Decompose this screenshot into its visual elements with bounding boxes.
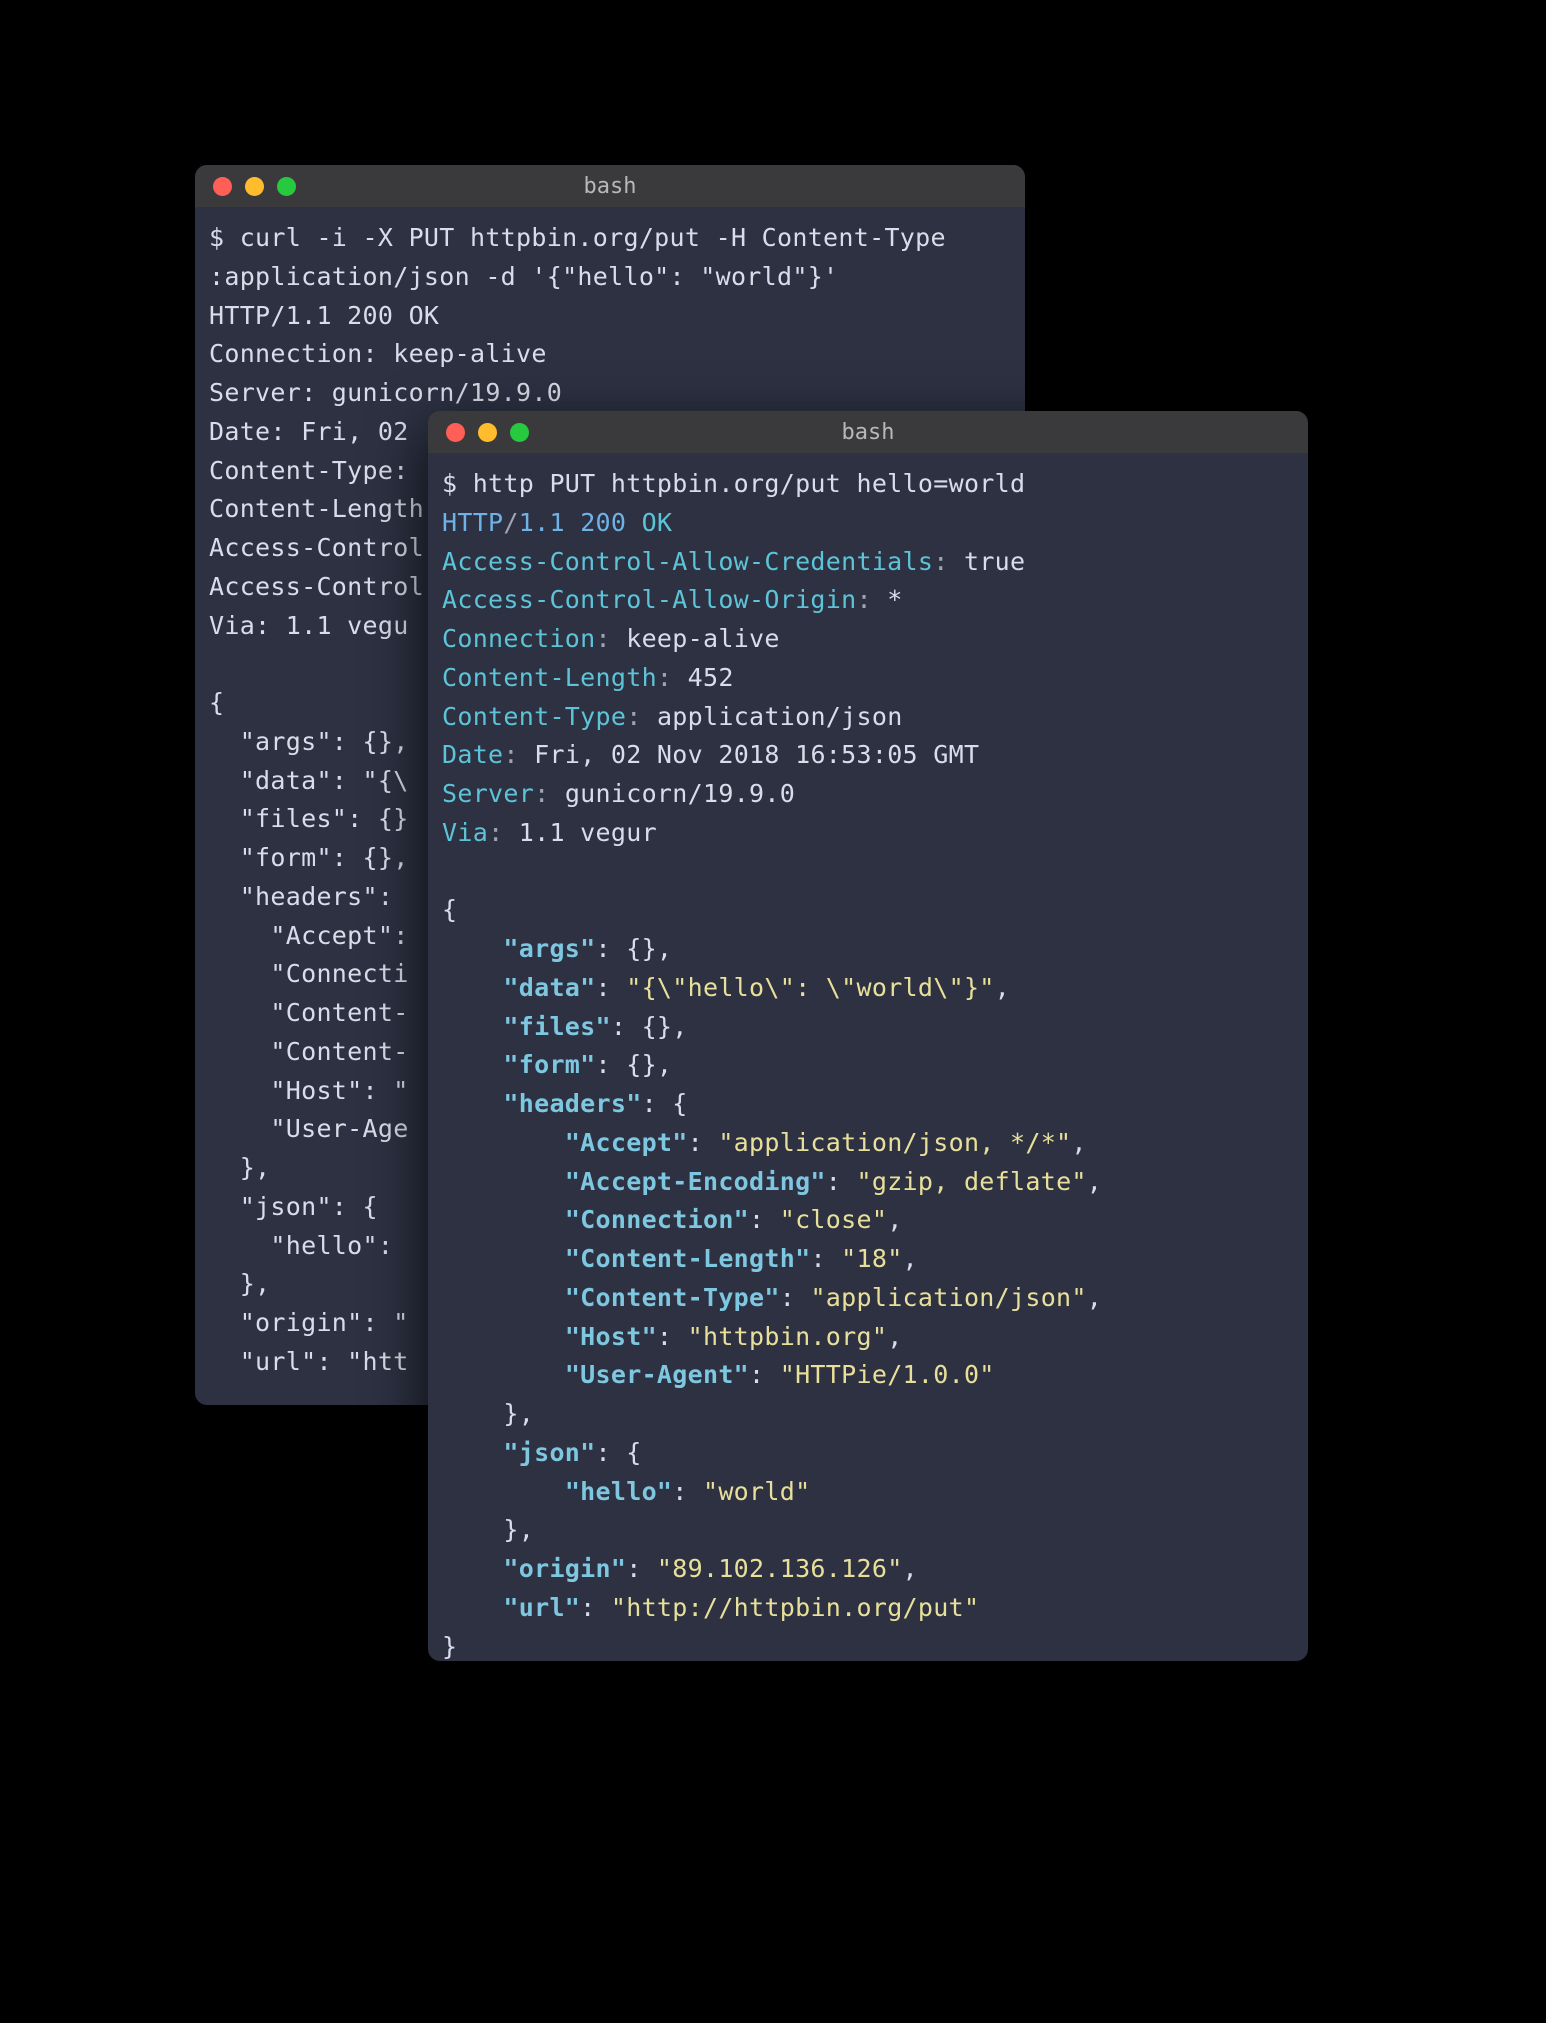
output-line: "args": {},: [209, 727, 409, 756]
json-val: "18": [841, 1244, 902, 1273]
json-key: "data": [503, 973, 595, 1002]
maximize-icon[interactable]: [277, 177, 296, 196]
json-val: "application/json": [810, 1283, 1086, 1312]
header-val: true: [964, 547, 1025, 576]
json-val: {}: [626, 934, 657, 963]
json-val: "application/json, */*": [718, 1128, 1071, 1157]
output-line: "Connecti: [209, 959, 409, 988]
output-line: "User-Age: [209, 1114, 409, 1143]
output-line: Content-Type:: [209, 456, 424, 485]
json-val: {}: [642, 1012, 673, 1041]
header-key: Content-Type: [442, 702, 626, 731]
window-title: bash: [584, 174, 637, 199]
header-key: Date: [442, 740, 503, 769]
json-open: {: [442, 895, 457, 924]
json-key: "Content-Type": [565, 1283, 780, 1312]
json-val: {}: [626, 1050, 657, 1079]
header-key: Access-Control-Allow-Origin: [442, 585, 856, 614]
json-key: "args": [503, 934, 595, 963]
output-line: "files": {}: [209, 804, 409, 833]
json-val: "close": [780, 1205, 887, 1234]
header-val: Fri, 02 Nov 2018 16:53:05 GMT: [534, 740, 979, 769]
status-code: 200: [580, 508, 626, 537]
json-val: "{\"hello\": \"world\"}": [626, 973, 994, 1002]
json-key: "Content-Length": [565, 1244, 811, 1273]
output-line: Access-Control: [209, 572, 424, 601]
header-key: Via: [442, 818, 488, 847]
titlebar[interactable]: bash: [428, 411, 1308, 453]
json-val: "gzip, deflate": [857, 1167, 1087, 1196]
header-val: 1.1 vegur: [519, 818, 657, 847]
close-icon[interactable]: [446, 423, 465, 442]
cmd-line: $ curl -i -X PUT httpbin.org/put -H Cont…: [209, 223, 946, 252]
header-key: Connection: [442, 624, 596, 653]
status-msg: OK: [642, 508, 673, 537]
header-val: application/json: [657, 702, 903, 731]
json-val: "89.102.136.126": [657, 1554, 903, 1583]
output-line: "data": "{\: [209, 766, 409, 795]
json-key: "User-Agent": [565, 1360, 749, 1389]
json-key: "json": [503, 1438, 595, 1467]
json-key: "headers": [503, 1089, 641, 1118]
traffic-lights: [446, 423, 529, 442]
close-icon[interactable]: [213, 177, 232, 196]
status-ver: 1.1: [519, 508, 565, 537]
json-key: "Host": [565, 1322, 657, 1351]
status-slash: /: [503, 508, 518, 537]
json-key: "origin": [503, 1554, 626, 1583]
json-key: "url": [503, 1593, 580, 1622]
output-line: Content-Length: [209, 494, 424, 523]
json-key: "hello": [565, 1477, 672, 1506]
json-val: "world": [703, 1477, 810, 1506]
output-line: Connection: keep-alive: [209, 339, 547, 368]
json-val: "http://httpbin.org/put": [611, 1593, 979, 1622]
output-line: {: [209, 688, 224, 717]
output-line: "json": {: [209, 1192, 378, 1221]
json-val: "httpbin.org": [688, 1322, 888, 1351]
json-val: "HTTPie/1.0.0": [780, 1360, 995, 1389]
json-close: }: [442, 1632, 457, 1661]
cmd-line: $ http PUT httpbin.org/put hello=world: [442, 469, 1025, 498]
output-line: "Accept":: [209, 921, 409, 950]
output-line: "url": "htt: [209, 1347, 409, 1376]
output-line: Access-Control: [209, 533, 424, 562]
output-line: },: [209, 1153, 270, 1182]
terminal-window-httpie: bash $ http PUT httpbin.org/put hello=wo…: [428, 411, 1308, 1661]
header-val: *: [887, 585, 902, 614]
minimize-icon[interactable]: [478, 423, 497, 442]
traffic-lights: [213, 177, 296, 196]
header-key: Content-Length: [442, 663, 657, 692]
terminal-output[interactable]: $ http PUT httpbin.org/put hello=world H…: [428, 453, 1308, 1661]
minimize-icon[interactable]: [245, 177, 264, 196]
output-line: "hello":: [209, 1231, 409, 1260]
output-line: "origin": ": [209, 1308, 409, 1337]
output-line: "Content-: [209, 1037, 409, 1066]
titlebar[interactable]: bash: [195, 165, 1025, 207]
json-key: "Connection": [565, 1205, 749, 1234]
header-val: keep-alive: [626, 624, 780, 653]
output-line: "Content-: [209, 998, 409, 1027]
header-key: Access-Control-Allow-Credentials: [442, 547, 933, 576]
status-proto: HTTP: [442, 508, 503, 537]
window-title: bash: [842, 420, 895, 445]
json-key: "Accept": [565, 1128, 688, 1157]
output-line: HTTP/1.1 200 OK: [209, 301, 439, 330]
output-line: "Host": ": [209, 1076, 409, 1105]
header-val: 452: [688, 663, 734, 692]
output-line: Date: Fri, 02: [209, 417, 424, 446]
json-key: "files": [503, 1012, 610, 1041]
output-line: Via: 1.1 vegu: [209, 611, 409, 640]
header-val: gunicorn/19.9.0: [565, 779, 795, 808]
maximize-icon[interactable]: [510, 423, 529, 442]
output-line: "headers":: [209, 882, 409, 911]
header-key: Server: [442, 779, 534, 808]
output-line: "form": {},: [209, 843, 409, 872]
json-key: "form": [503, 1050, 595, 1079]
cmd-line: :application/json -d '{"hello": "world"}…: [209, 262, 838, 291]
json-key: "Accept-Encoding": [565, 1167, 826, 1196]
output-line: Server: gunicorn/19.9.0: [209, 378, 562, 407]
output-line: },: [209, 1269, 270, 1298]
